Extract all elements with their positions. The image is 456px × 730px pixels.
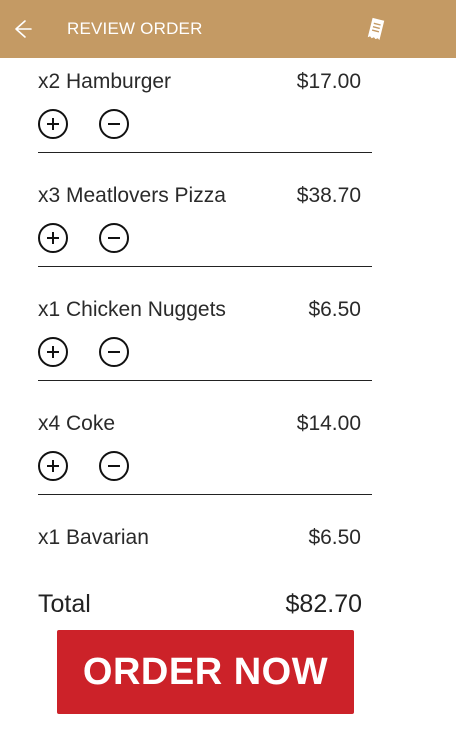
top-bar: REVIEW ORDER [0,0,456,58]
increase-quantity-button[interactable] [38,223,68,253]
item-price: $14.00 [296,412,361,435]
item-price: $6.50 [308,298,361,321]
divider [38,494,372,495]
item-price: $38.70 [296,184,361,207]
increase-quantity-button[interactable] [38,451,68,481]
increase-quantity-button[interactable] [38,337,68,367]
item-name: x1 Chicken Nuggets [38,298,226,321]
order-items-list: x2 Hamburger $17.00 x3 Meatlovers Pizza … [0,58,456,514]
divider [38,266,372,267]
arrow-left-icon [15,20,32,38]
item-price: $17.00 [296,70,361,93]
receipt-button[interactable] [360,12,392,46]
increase-quantity-button[interactable] [38,109,68,139]
order-item: x3 Meatlovers Pizza $38.70 [0,172,456,286]
total-label: Total [38,590,91,618]
decrease-quantity-button[interactable] [99,223,129,253]
order-item: x1 Chicken Nuggets $6.50 [0,286,456,400]
review-order-screen: REVIEW ORDER x2 Hamburger $17.00 x3 Meat… [0,0,456,730]
order-item: x2 Hamburger $17.00 [0,58,456,172]
decrease-quantity-button[interactable] [99,109,129,139]
item-name: x1 Bavarian [38,526,149,549]
order-item: x1 Bavarian $6.50 [0,514,456,554]
item-name: x4 Coke [38,412,116,435]
item-name: x2 Hamburger [38,70,172,93]
order-item: x4 Coke $14.00 [0,400,456,514]
divider [38,380,372,381]
receipt-icon [367,17,385,41]
page-title: REVIEW ORDER [67,19,203,38]
item-name: x3 Meatlovers Pizza [38,184,226,207]
decrease-quantity-button[interactable] [99,451,129,481]
divider [38,152,372,153]
back-button[interactable] [8,12,38,46]
decrease-quantity-button[interactable] [99,337,129,367]
total-value: $82.70 [285,590,362,618]
total-row: Total $82.70 [0,590,456,624]
order-now-button[interactable]: ORDER NOW [57,630,354,714]
item-price: $6.50 [308,526,361,549]
